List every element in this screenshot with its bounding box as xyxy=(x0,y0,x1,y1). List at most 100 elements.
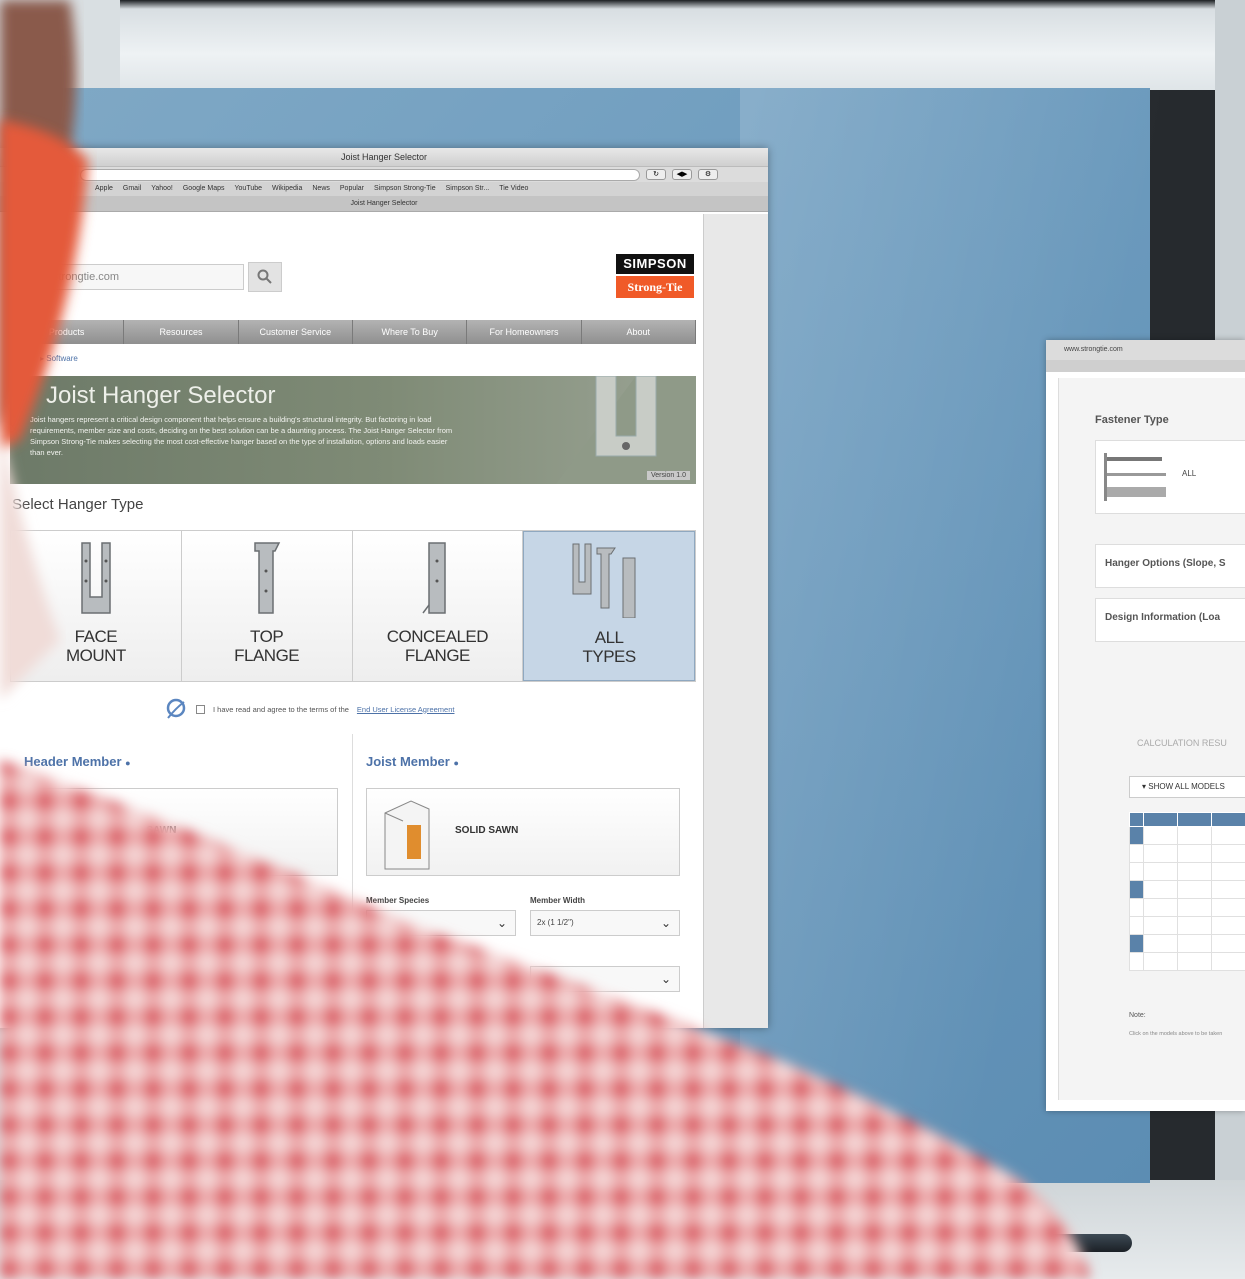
table-row[interactable] xyxy=(1129,952,1245,971)
site-search-input[interactable]: strongtie.com xyxy=(44,264,244,290)
nav-about[interactable]: About xyxy=(582,320,696,344)
show-all-models-button[interactable]: ▾ SHOW ALL MODELS xyxy=(1129,776,1245,798)
table-row[interactable] xyxy=(1129,916,1245,935)
browser-window: Joist Hanger Selector ↻ ◀▶ ⚙ Apple Gmail… xyxy=(0,148,768,1028)
member-width-value: 2x (1 1/2") xyxy=(537,918,574,927)
joist-member-title: Joist Member ● xyxy=(366,754,459,769)
chevron-down-icon: ⌄ xyxy=(660,972,671,986)
bookmark-item[interactable]: Apple xyxy=(95,182,113,196)
solid-sawn-lumber-icon xyxy=(45,801,93,867)
header-member-solid-sawn-option[interactable]: SOLID SAWN xyxy=(24,788,338,876)
fasteners-icon xyxy=(1104,453,1166,501)
results-window-body: Fastener Type ALL Hanger Options (Slope,… xyxy=(1058,378,1245,1100)
member-species-label: Member Species xyxy=(366,896,430,905)
bookmark-item[interactable]: YouTube xyxy=(235,182,263,196)
hanger-photo-icon xyxy=(556,376,696,484)
bookmark-item[interactable]: Simpson Str... xyxy=(446,182,490,196)
agree-checkbox[interactable] xyxy=(196,704,205,714)
note-text: Click on the models above to be taken xyxy=(1129,1031,1223,1037)
top-flange-label-2: FLANGE xyxy=(234,646,300,665)
hanger-type-face-mount[interactable]: FACE MOUNT xyxy=(11,531,182,681)
note-title: Note: xyxy=(1129,1012,1146,1019)
agree-text: I have read and agree to the terms of th… xyxy=(213,704,349,714)
bookmarks-bar: Apple Gmail Yahoo! Google Maps YouTube W… xyxy=(0,182,768,196)
bookmark-item[interactable]: News xyxy=(312,182,330,196)
all-types-label-1: ALL xyxy=(594,628,624,647)
member-species-select[interactable]: ⌄ xyxy=(366,910,516,936)
bookmark-item[interactable]: Yahoo! xyxy=(151,182,173,196)
nav-for-homeowners[interactable]: For Homeowners xyxy=(467,320,582,344)
monitor-bezel-bottom xyxy=(0,1180,1245,1279)
table-row[interactable] xyxy=(1129,826,1245,845)
table-row[interactable] xyxy=(1129,862,1245,881)
header-member-label: SOLID SAWN xyxy=(113,825,177,836)
search-button[interactable] xyxy=(248,262,282,292)
all-types-hanger-icon xyxy=(572,543,636,618)
window-titlebar: Joist Hanger Selector xyxy=(0,148,768,166)
bookmark-item[interactable]: Wikipedia xyxy=(272,182,302,196)
breadcrumb-software[interactable]: Software xyxy=(46,354,78,363)
hanger-type-all-types[interactable]: ALL TYPES xyxy=(523,531,695,681)
bookmark-item[interactable]: Tie Video xyxy=(499,182,528,196)
hanger-type-selector: FACE MOUNT TOP FLANGE CONCEALED FLANGE ALL T… xyxy=(10,530,696,682)
address-bar[interactable] xyxy=(80,168,640,181)
joist-member-solid-sawn-option[interactable]: SOLID SAWN xyxy=(366,788,680,876)
version-badge: Version 1.0 xyxy=(646,471,690,480)
help-swirl-icon xyxy=(166,698,186,719)
header-member-title: Header Member ● xyxy=(24,754,131,769)
results-window: www.strongtie.com Fastener Type ALL Hang… xyxy=(1046,340,1245,1111)
secondary-select[interactable]: ⌄ xyxy=(530,966,680,992)
top-flange-label-1: TOP xyxy=(250,627,284,646)
table-row[interactable] xyxy=(1129,898,1245,917)
nav-resources[interactable]: Resources xyxy=(124,320,239,344)
strongtie-logo[interactable]: Strong-Tie xyxy=(616,276,694,298)
results-table xyxy=(1129,812,1245,971)
table-row[interactable] xyxy=(1129,880,1245,899)
nav-products[interactable]: Products xyxy=(10,320,125,344)
calculation-results-heading: CALCULATION RESU xyxy=(1137,738,1227,748)
results-header-row xyxy=(1129,812,1245,827)
face-mount-hanger-icon xyxy=(81,542,111,614)
table-row[interactable] xyxy=(1129,844,1245,863)
nav-where-to-buy[interactable]: Where To Buy xyxy=(353,320,468,344)
bookmark-item[interactable]: Gmail xyxy=(123,182,141,196)
search-placeholder: strongtie.com xyxy=(53,271,120,283)
info-icon[interactable]: ● xyxy=(453,758,458,768)
back-forward-icon[interactable]: ◀▶ xyxy=(672,169,692,180)
license-agreement-row: I have read and agree to the terms of th… xyxy=(164,698,454,720)
concealed-flange-label-1: CONCEALED xyxy=(386,627,489,646)
bookmark-item[interactable]: Popular xyxy=(340,182,364,196)
tab-active[interactable]: Joist Hanger Selector xyxy=(351,200,418,207)
settings-gear-icon[interactable]: ⚙ xyxy=(698,169,718,180)
joist-member-title-text: Joist Member xyxy=(366,754,450,769)
design-info-title: Design Information (Loa xyxy=(1105,612,1220,623)
member-width-select[interactable]: 2x (1 1/2") ⌄ xyxy=(530,910,680,936)
all-types-label-2: TYPES xyxy=(582,647,637,666)
reload-icon[interactable]: ↻ xyxy=(646,169,666,180)
photo-scene: www.strongtie.com Fastener Type ALL Hang… xyxy=(0,0,1245,1279)
joist-member-label: SOLID SAWN xyxy=(455,825,519,836)
table-row[interactable] xyxy=(1129,934,1245,953)
bookmark-item[interactable]: Google Maps xyxy=(183,182,225,196)
hanger-type-concealed-flange[interactable]: CONCEALED FLANGE xyxy=(352,531,524,681)
window-title: Joist Hanger Selector xyxy=(340,152,428,162)
bookmark-item[interactable]: Simpson Strong-Tie xyxy=(374,182,436,196)
address-bar-row: ↻ ◀▶ ⚙ xyxy=(0,166,768,182)
face-mount-label-2: MOUNT xyxy=(65,646,126,665)
eula-link[interactable]: End User License Agreement xyxy=(357,705,455,714)
fastener-all-label: ALL xyxy=(1182,469,1197,478)
info-icon[interactable]: ● xyxy=(125,758,130,768)
results-window-urlbar[interactable]: www.strongtie.com xyxy=(1046,340,1245,360)
simpson-logo[interactable]: SIMPSON xyxy=(616,254,694,274)
monitor-bezel-top xyxy=(0,0,1245,90)
show-all-models-label: SHOW ALL MODELS xyxy=(1148,782,1225,791)
nav-customer-service[interactable]: Customer Service xyxy=(239,320,353,344)
fastener-type-title: Fastener Type xyxy=(1095,414,1169,426)
hanger-type-top-flange[interactable]: TOP FLANGE xyxy=(181,531,353,681)
fastener-option-all[interactable]: ALL xyxy=(1095,440,1245,514)
results-window-bookmarks xyxy=(1046,360,1245,372)
top-flange-hanger-icon xyxy=(253,542,280,614)
hanger-options-title: Hanger Options (Slope, S xyxy=(1105,558,1226,569)
tab-strip: Joist Hanger Selector xyxy=(0,196,768,212)
main-nav: Products Resources Customer Service Wher… xyxy=(10,320,696,344)
